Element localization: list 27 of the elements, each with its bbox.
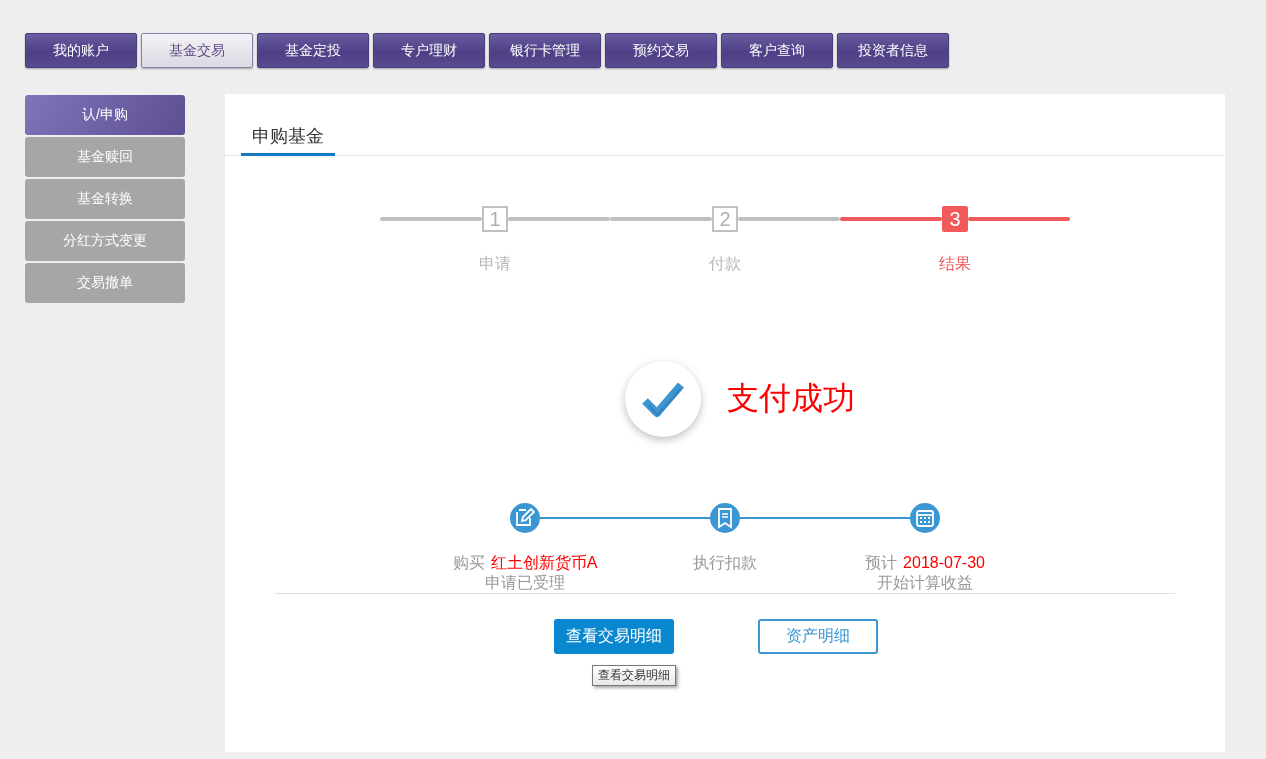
step-caption: 执行扣款 xyxy=(693,553,757,573)
nav-tab[interactable]: 预约交易 xyxy=(605,33,717,68)
nav-tab[interactable]: 银行卡管理 xyxy=(489,33,601,68)
step-label: 结果 xyxy=(939,254,971,274)
step-caption: 预计 xyxy=(865,553,898,573)
step-value: 红土创新货币A xyxy=(490,553,598,573)
step-number: 1 xyxy=(482,206,508,232)
success-message: 支付成功 xyxy=(727,379,855,418)
page-tab[interactable]: 申购基金 xyxy=(241,124,335,156)
step-number: 2 xyxy=(712,206,738,232)
details-button[interactable]: 查看交易明细 xyxy=(554,619,674,654)
sidebar-item[interactable]: 认/申购 xyxy=(25,95,185,135)
nav-tab[interactable]: 专户理财 xyxy=(373,33,485,68)
step-number: 3 xyxy=(942,206,968,232)
step-note: 申请已受理 xyxy=(485,573,565,593)
tooltip: 查看交易明细 xyxy=(592,665,676,686)
nav-tab[interactable]: 基金定投 xyxy=(257,33,369,68)
step-note: 开始计算收益 xyxy=(877,573,973,593)
step-value: 2018-07-30 xyxy=(903,553,985,573)
nav-tab[interactable]: 我的账户 xyxy=(25,33,137,68)
nav-tab[interactable]: 基金交易 xyxy=(141,33,253,68)
step-label: 申请 xyxy=(479,254,511,274)
check-icon xyxy=(625,361,701,437)
step-caption: 购买 xyxy=(452,553,485,573)
nav-tab[interactable]: 客户查询 xyxy=(721,33,833,68)
step-label: 付款 xyxy=(709,254,741,274)
nav-tab[interactable]: 投资者信息 xyxy=(837,33,949,68)
